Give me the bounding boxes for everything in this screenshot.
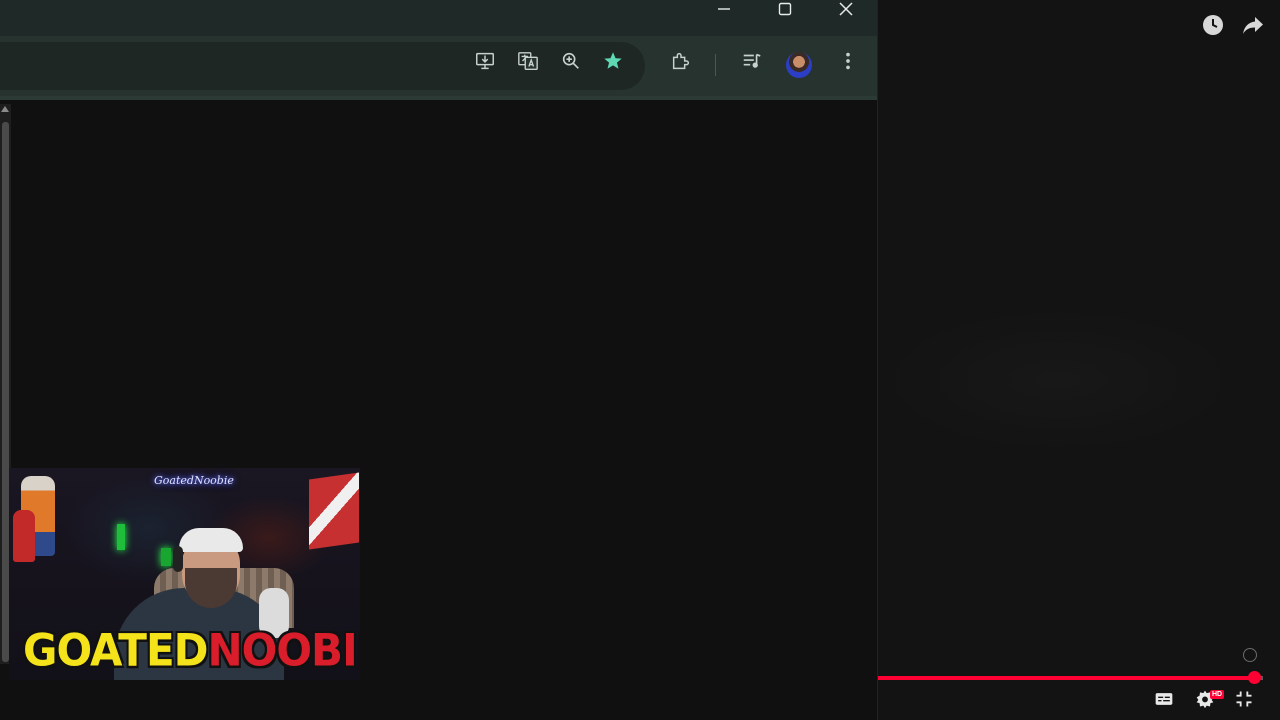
channel-logo: GOATEDNOOBIE: [23, 628, 360, 673]
headset-icon: [173, 546, 183, 572]
menu-icon: [837, 50, 859, 77]
close-button[interactable]: [816, 0, 876, 22]
progress-scrubber[interactable]: [1248, 671, 1262, 684]
video-player[interactable]: HD: [877, 0, 1280, 720]
webcam-overlay: GoatedNoobie GOATEDNOOBIE: [9, 468, 360, 680]
minimize-button[interactable]: [694, 0, 754, 22]
exit-fullscreen-icon: [1234, 689, 1254, 714]
logo-part1: GOATED: [23, 624, 208, 677]
address-bar[interactable]: [0, 42, 645, 90]
media-controls-icon: [741, 50, 763, 77]
bookmark-star-icon: [602, 50, 624, 77]
toolbar-separator: [715, 54, 716, 76]
screen: GoatedNoobie GOATEDNOOBIE: [0, 0, 1280, 720]
neon-sign: GoatedNoobie: [154, 474, 234, 487]
loading-indicator-icon: [1243, 648, 1257, 662]
subtitles-icon: [1154, 689, 1174, 714]
watch-later-icon: [1201, 13, 1225, 42]
exit-fullscreen-button[interactable]: [1232, 690, 1256, 712]
streamer-cap: [179, 528, 243, 552]
share-button[interactable]: [1240, 14, 1266, 40]
minimize-icon: [716, 1, 732, 22]
bookmark-button[interactable]: [600, 50, 626, 76]
webcam-figure-red: [13, 510, 35, 562]
maximize-icon: [777, 1, 793, 22]
title-bar: [0, 0, 877, 36]
install-app-button[interactable]: [472, 50, 498, 76]
webcam-green-light-2: [161, 548, 171, 566]
zoom-icon: [560, 50, 582, 77]
extensions-icon: [670, 50, 692, 77]
browser-toolbar: [0, 36, 877, 96]
subtitles-button[interactable]: [1152, 690, 1176, 712]
progress-bar[interactable]: [878, 671, 1263, 684]
progress-bar-fill: [878, 676, 1256, 680]
translate-button[interactable]: [515, 50, 541, 76]
translate-icon: [517, 50, 539, 77]
share-icon: [1241, 13, 1265, 42]
extensions-button[interactable]: [668, 50, 694, 76]
maximize-button[interactable]: [755, 0, 815, 22]
logo-part2: NOOBIE: [207, 624, 361, 677]
scroll-up-arrow-icon[interactable]: [1, 106, 9, 112]
media-controls-button[interactable]: [739, 50, 765, 76]
watch-later-button[interactable]: [1200, 14, 1226, 40]
close-icon: [838, 1, 854, 22]
menu-button[interactable]: [835, 50, 861, 76]
profile-avatar[interactable]: [786, 52, 812, 78]
hd-badge: HD: [1210, 690, 1225, 699]
install-app-icon: [474, 50, 496, 77]
scrollbar-thumb[interactable]: [2, 122, 9, 662]
zoom-button[interactable]: [558, 50, 584, 76]
webcam-flag: [309, 472, 359, 550]
webcam-green-light: [117, 524, 125, 550]
